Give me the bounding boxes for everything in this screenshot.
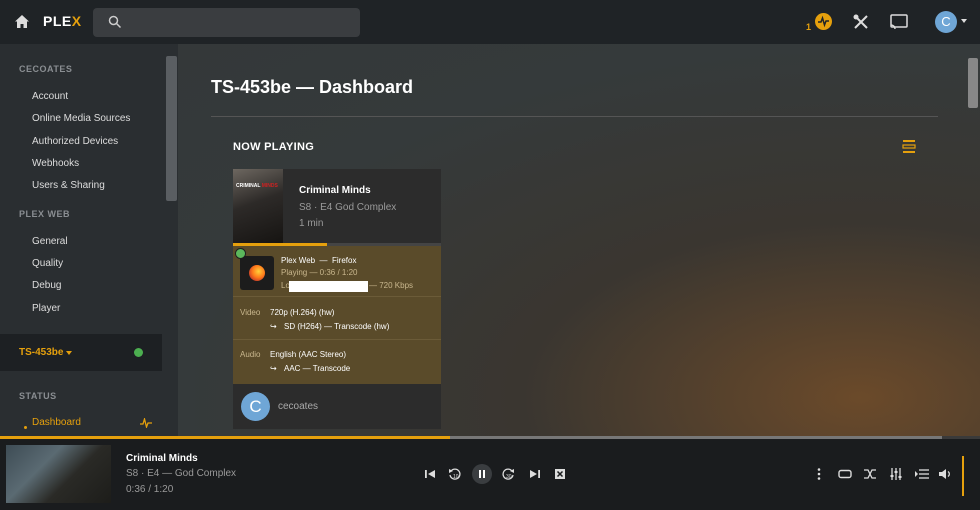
sidebar-item-general[interactable]: General [32, 236, 68, 247]
divider [233, 296, 441, 297]
volume-slider[interactable] [962, 456, 964, 496]
search-icon [108, 15, 122, 29]
session-episode: S8 · E4 God Complex [299, 202, 397, 213]
playlist-icon[interactable] [914, 466, 930, 482]
activity-count: 1 [806, 22, 812, 32]
session-user: C cecoates [233, 384, 441, 429]
sidebar-section-status: STATUS [19, 391, 57, 401]
cast-icon[interactable] [889, 13, 909, 31]
sidebar-item-users-sharing[interactable]: Users & Sharing [32, 180, 105, 191]
sidebar-item-dashboard[interactable]: Dashboard [32, 417, 81, 428]
now-playing-heading: NOW PLAYING [233, 141, 315, 153]
user-avatar[interactable]: C [935, 11, 957, 33]
audio-target: AAC — Transcode [284, 364, 351, 373]
stop-icon[interactable] [552, 466, 568, 482]
next-icon[interactable] [527, 466, 543, 482]
session-header: CRIMINAL MINDS Criminal Minds S8 · E4 Go… [233, 169, 441, 245]
sidebar-item-player[interactable]: Player [32, 303, 60, 314]
video-source: 720p (H.264) (hw) [270, 308, 335, 317]
equalizer-icon[interactable] [888, 466, 904, 482]
player-title[interactable]: Criminal Minds [126, 453, 198, 464]
player-app-icon [240, 256, 274, 290]
user-name: cecoates [278, 401, 319, 412]
svg-text:10: 10 [453, 474, 459, 480]
video-label: Video [240, 308, 261, 317]
main-scrollbar[interactable] [968, 58, 978, 108]
list-view-icon[interactable] [902, 139, 916, 154]
activity-pulse-icon [140, 418, 152, 428]
server-selector[interactable]: TS-453be [0, 334, 162, 371]
poster-title-text: CRIMINAL MINDS [236, 183, 278, 189]
server-name: TS-453be [19, 347, 64, 358]
activity-pulse-icon[interactable] [815, 13, 832, 30]
session-remaining: 1 min [299, 218, 324, 229]
sidebar-item-debug[interactable]: Debug [32, 280, 61, 291]
player-time: 0:36 / 1:20 [126, 484, 174, 495]
chevron-down-icon [66, 351, 72, 355]
search-input[interactable] [93, 8, 360, 37]
top-bar: PLEX 1 C [0, 0, 980, 44]
transcode-arrow-icon: ↪ [270, 364, 277, 373]
user-avatar[interactable]: C [241, 392, 270, 421]
sidebar-item-authorized-devices[interactable]: Authorized Devices [32, 136, 118, 147]
session-details: Plex Web — Firefox Playing — 0:36 / 1:20… [233, 246, 441, 384]
plex-logo[interactable]: PLEX [43, 13, 82, 29]
more-options-icon[interactable] [811, 466, 827, 482]
pause-button[interactable] [472, 464, 492, 484]
transcode-arrow-icon: ↪ [270, 322, 277, 331]
sidebar-section-plex-web: PLEX WEB [19, 209, 71, 219]
secure-lock-icon [235, 248, 246, 259]
firefox-icon [249, 265, 265, 281]
session-card[interactable]: CRIMINAL MINDS Criminal Minds S8 · E4 Go… [233, 169, 441, 429]
settings-tools-icon[interactable] [852, 13, 870, 31]
sidebar-item-online-media-sources[interactable]: Online Media Sources [32, 113, 130, 124]
settings-sidebar: CECOATES Account Online Media Sources Au… [0, 44, 178, 437]
sidebar-section-account: CECOATES [19, 64, 73, 74]
dashboard-main: TS-453be — Dashboard NOW PLAYING CRIMINA… [178, 44, 980, 437]
audio-source: English (AAC Stereo) [270, 350, 347, 359]
bandwidth: — 720 Kbps [369, 281, 414, 290]
now-playing-thumbnail[interactable] [6, 445, 111, 503]
sidebar-scrollbar[interactable] [166, 56, 177, 201]
player-info: Plex Web — Firefox [281, 256, 357, 265]
player-episode: S8 · E4 — God Complex [126, 468, 237, 479]
active-indicator [24, 426, 27, 429]
volume-icon[interactable] [937, 466, 953, 482]
home-icon[interactable] [12, 12, 32, 32]
skip-forward-icon[interactable]: 30 [500, 466, 516, 482]
lock-icon [134, 348, 143, 357]
divider [233, 339, 441, 340]
page-title: TS-453be — Dashboard [211, 77, 414, 97]
repeat-icon[interactable] [837, 466, 853, 482]
chevron-down-icon[interactable] [961, 19, 967, 23]
playback-state: Playing — 0:36 / 1:20 [281, 268, 358, 277]
svg-text:30: 30 [506, 474, 512, 480]
video-target: SD (H264) — Transcode (hw) [284, 322, 390, 331]
divider [211, 116, 938, 117]
poster-image[interactable]: CRIMINAL MINDS [233, 169, 283, 243]
session-title[interactable]: Criminal Minds [299, 185, 371, 196]
sidebar-item-account[interactable]: Account [32, 91, 68, 102]
sidebar-item-quality[interactable]: Quality [32, 258, 63, 269]
shuffle-icon[interactable] [862, 466, 878, 482]
audio-label: Audio [240, 350, 261, 359]
redacted-ip [289, 281, 368, 292]
player-bar: Criminal Minds S8 · E4 — God Complex 0:3… [0, 439, 980, 510]
previous-icon[interactable] [422, 466, 438, 482]
sidebar-item-webhooks[interactable]: Webhooks [32, 158, 79, 169]
skip-back-icon[interactable]: 10 [447, 466, 463, 482]
pause-icon [479, 470, 485, 478]
